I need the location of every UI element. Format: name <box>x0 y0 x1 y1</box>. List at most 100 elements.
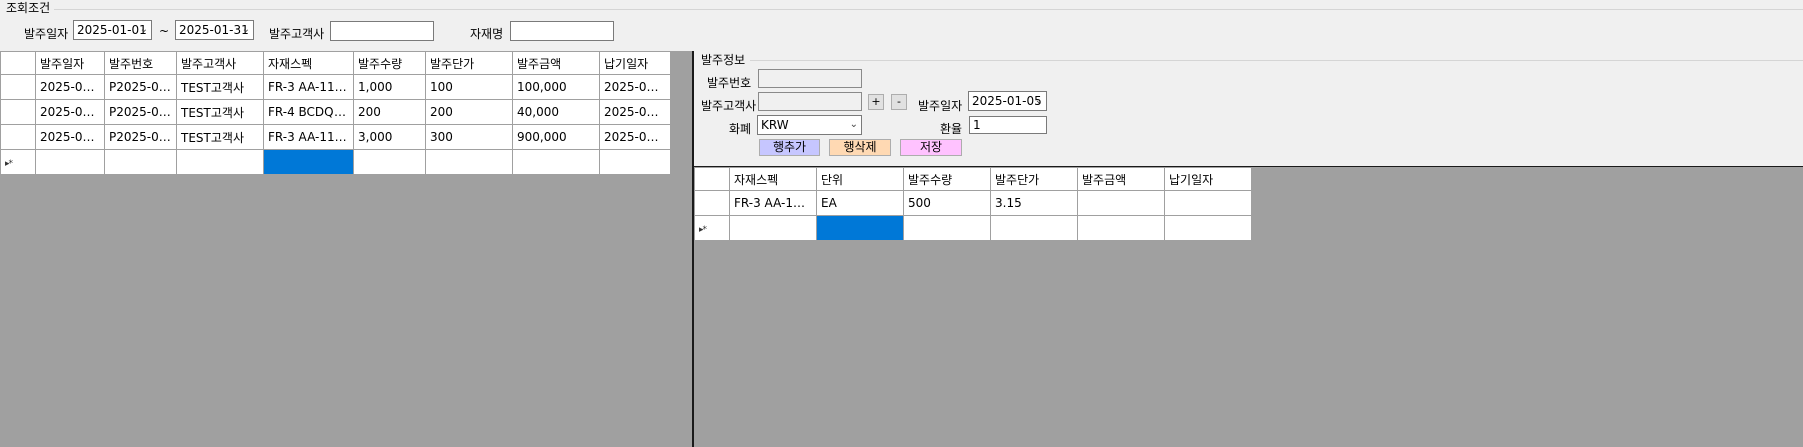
cell[interactable]: 100 <box>425 74 513 100</box>
cell[interactable] <box>1164 190 1252 216</box>
cell[interactable] <box>1164 215 1252 241</box>
currency-select[interactable]: KRW ⌄ <box>757 115 862 135</box>
cell[interactable] <box>425 149 513 175</box>
cell[interactable]: P2025-0002 <box>104 124 177 150</box>
cell[interactable] <box>35 149 105 175</box>
order-no-label: 발주번호 <box>707 76 752 90</box>
date-from-picker[interactable]: 2025-01-01 ⌄ <box>73 20 152 40</box>
column-header[interactable]: 발주고객사 <box>176 51 264 75</box>
order-list-grid[interactable]: 발주일자 발주번호 발주고객사 자재스펙 발주수량 발주단가 발주금액 납기일자… <box>0 51 671 175</box>
chevron-down-icon: ⌄ <box>1034 95 1043 106</box>
cell[interactable]: 2025-01-31 <box>599 124 671 150</box>
delete-row-button[interactable]: 행삭제 <box>829 139 891 156</box>
cell[interactable]: 100,000 <box>512 74 600 100</box>
new-row[interactable]: ▸* <box>0 149 671 175</box>
add-customer-button[interactable]: + <box>868 94 884 110</box>
table-row[interactable]: 2025-01-02 P2025-0002 TEST고객사 FR-4 BCDQ-… <box>0 99 671 125</box>
save-button[interactable]: 저장 <box>900 139 962 156</box>
exchange-rate-input[interactable]: 1 <box>969 116 1047 134</box>
cell[interactable] <box>990 215 1078 241</box>
row-header[interactable] <box>694 190 730 216</box>
cell[interactable] <box>512 149 600 175</box>
cell[interactable] <box>176 149 264 175</box>
new-row[interactable]: ▸* <box>694 215 1252 241</box>
column-header[interactable]: 발주수량 <box>353 51 426 75</box>
customer-search-input[interactable] <box>330 21 434 41</box>
column-header[interactable]: 발주번호 <box>104 51 177 75</box>
cell[interactable]: 3.15 <box>990 190 1078 216</box>
date-range-tilde: ~ <box>159 24 170 38</box>
column-header[interactable]: 발주수량 <box>903 167 991 191</box>
cell[interactable]: FR-4 BCDQ-11... <box>263 99 354 125</box>
exchange-rate-label: 환율 <box>940 122 963 136</box>
cell[interactable] <box>1077 190 1165 216</box>
chevron-down-icon: ⌄ <box>139 24 148 35</box>
new-row-icon: ▸* <box>5 159 13 169</box>
cell[interactable]: FR-3 AA-1102... <box>729 190 817 216</box>
column-header[interactable]: 발주금액 <box>1077 167 1165 191</box>
date-to-picker[interactable]: 2025-01-31 ⌄ <box>175 20 254 40</box>
cell[interactable] <box>1077 215 1165 241</box>
column-header[interactable]: 납기일자 <box>1164 167 1252 191</box>
new-row-marker[interactable]: ▸* <box>0 149 36 175</box>
table-row[interactable]: FR-3 AA-1102... EA 500 3.15 <box>694 190 1252 216</box>
table-row[interactable]: 2025-01-02 P2025-0002 TEST고객사 FR-3 AA-11… <box>0 124 671 150</box>
column-header[interactable]: 자재스펙 <box>263 51 354 75</box>
new-row-icon: ▸* <box>699 225 707 235</box>
add-row-button[interactable]: 행추가 <box>759 139 820 156</box>
column-header[interactable]: 납기일자 <box>599 51 671 75</box>
column-header[interactable]: 발주금액 <box>512 51 600 75</box>
cell[interactable]: 1,000 <box>353 74 426 100</box>
row-header[interactable] <box>0 99 36 125</box>
detail-customer-field[interactable] <box>758 92 862 111</box>
cell[interactable]: 200 <box>353 99 426 125</box>
cell[interactable] <box>729 215 817 241</box>
cell[interactable]: 2025-01-02 <box>35 124 105 150</box>
cell[interactable]: 2025-01-02 <box>35 99 105 125</box>
detail-order-date-picker[interactable]: 2025-01-05 ⌄ <box>968 91 1047 111</box>
currency-value: KRW <box>761 118 789 132</box>
cell[interactable] <box>903 215 991 241</box>
customer-label: 발주고객사 <box>269 27 325 41</box>
order-date-label: 발주일자 <box>24 27 69 41</box>
cell[interactable]: 300 <box>425 124 513 150</box>
column-header[interactable]: 발주단가 <box>425 51 513 75</box>
remove-customer-button[interactable]: - <box>891 94 907 110</box>
cell[interactable]: 500 <box>903 190 991 216</box>
cell[interactable]: 2025-01-01 <box>35 74 105 100</box>
cell[interactable]: TEST고객사 <box>176 74 264 100</box>
column-header[interactable]: 발주일자 <box>35 51 105 75</box>
cell[interactable]: P2025-0001 <box>104 74 177 100</box>
order-detail-grid[interactable]: 자재스펙 단위 발주수량 발주단가 발주금액 납기일자 FR-3 AA-1102… <box>694 167 1252 241</box>
selected-cell[interactable] <box>263 149 354 175</box>
cell[interactable]: FR-3 AA-11023... <box>263 124 354 150</box>
column-header[interactable]: 자재스펙 <box>729 167 817 191</box>
material-search-input[interactable] <box>510 21 614 41</box>
table-row[interactable]: 2025-01-01 P2025-0001 TEST고객사 FR-3 AA-11… <box>0 74 671 100</box>
row-header-corner <box>0 51 36 75</box>
cell[interactable]: 900,000 <box>512 124 600 150</box>
column-header[interactable]: 발주단가 <box>990 167 1078 191</box>
cell[interactable]: 40,000 <box>512 99 600 125</box>
order-no-field[interactable] <box>758 69 862 88</box>
detail-group-border <box>750 60 1803 61</box>
detail-order-date-value: 2025-01-05 <box>972 94 1042 108</box>
cell[interactable]: TEST고객사 <box>176 124 264 150</box>
cell[interactable]: FR-3 AA-11023... <box>263 74 354 100</box>
cell[interactable]: EA <box>816 190 904 216</box>
cell[interactable] <box>104 149 177 175</box>
selected-cell[interactable] <box>816 215 904 241</box>
cell[interactable]: 2025-01-31 <box>599 74 671 100</box>
column-header[interactable]: 단위 <box>816 167 904 191</box>
cell[interactable]: 2025-01-31 <box>599 99 671 125</box>
new-row-marker[interactable]: ▸* <box>694 215 730 241</box>
cell[interactable] <box>353 149 426 175</box>
cell[interactable] <box>599 149 671 175</box>
detail-customer-label: 발주고객사 <box>701 99 757 113</box>
cell[interactable]: 200 <box>425 99 513 125</box>
cell[interactable]: TEST고객사 <box>176 99 264 125</box>
cell[interactable]: P2025-0002 <box>104 99 177 125</box>
row-header[interactable] <box>0 74 36 100</box>
row-header[interactable] <box>0 124 36 150</box>
cell[interactable]: 3,000 <box>353 124 426 150</box>
